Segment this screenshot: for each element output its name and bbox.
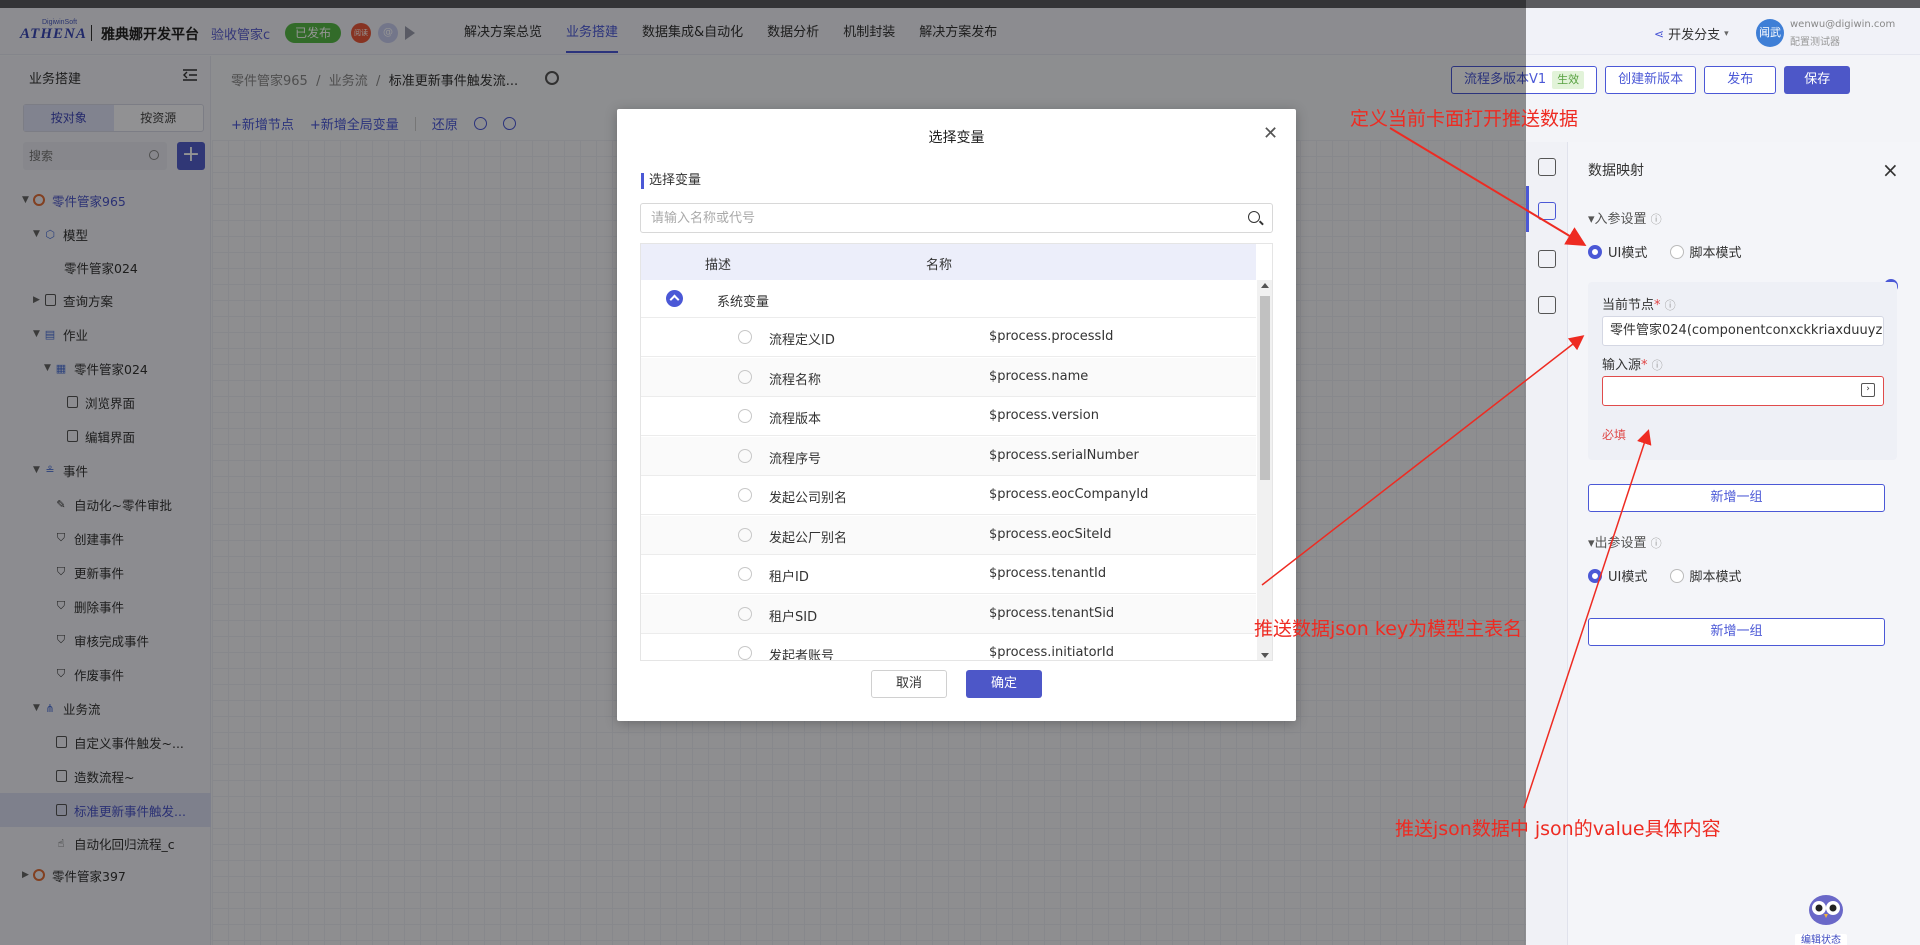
annotation-arrows [1261, 127, 1652, 809]
edit-status-badge: 编辑状态 [1795, 934, 1847, 945]
assistant-owl-icon[interactable] [1806, 890, 1846, 926]
arrow-to-current-node [1261, 335, 1585, 586]
annotation-json-key: 推送数据json key为模型主表名 [1254, 618, 1523, 640]
annotation-json-value: 推送json数据中 json的value具体内容 [1395, 818, 1721, 840]
arrow-to-input-source [1523, 429, 1652, 809]
annotation-card-push: 定义当前卡面打开推送数据 [1350, 108, 1579, 130]
arrow-to-input-settings [1389, 127, 1587, 247]
